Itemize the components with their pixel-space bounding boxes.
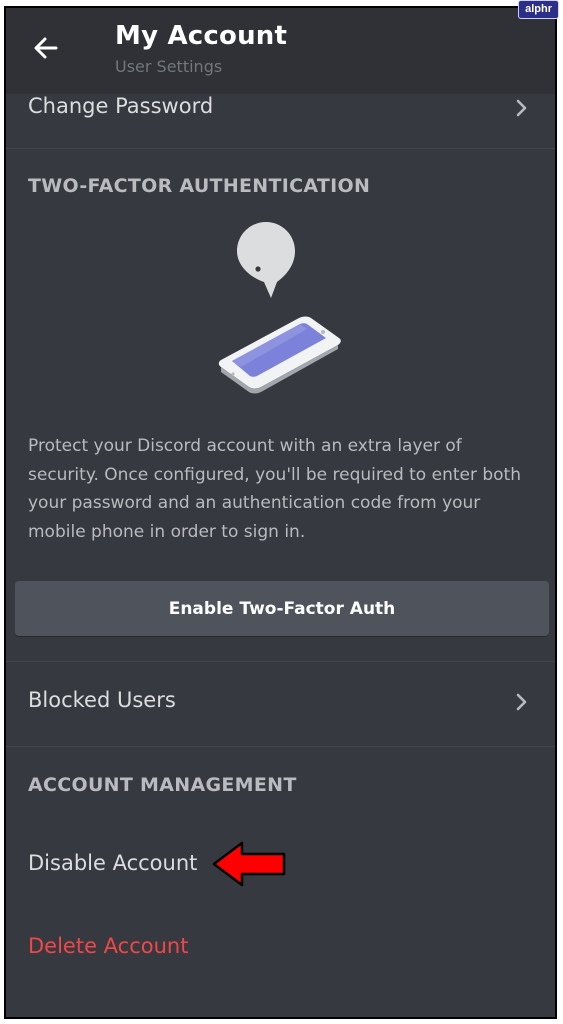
disable-account-label: Disable Account xyxy=(28,851,198,875)
enable-two-factor-button[interactable]: Enable Two-Factor Auth xyxy=(15,581,549,636)
divider xyxy=(6,148,555,149)
back-arrow-icon xyxy=(34,37,58,59)
blocked-users-label: Blocked Users xyxy=(28,688,176,712)
phone-chat-illustration xyxy=(211,222,351,402)
two-factor-section-title: TWO-FACTOR AUTHENTICATION xyxy=(28,175,371,197)
page-subtitle: User Settings xyxy=(115,57,223,76)
page-title: My Account xyxy=(115,21,288,51)
divider xyxy=(6,661,555,662)
delete-account-button[interactable]: Delete Account xyxy=(28,934,188,958)
change-password-label: Change Password xyxy=(28,94,214,118)
blocked-users-row[interactable]: Blocked Users xyxy=(6,674,555,734)
app-header: My Account User Settings xyxy=(6,8,555,94)
red-arrow-annotation xyxy=(212,841,286,887)
alphr-watermark: alphr xyxy=(518,0,559,19)
divider xyxy=(6,746,555,747)
two-factor-description: Protect your Discord account with an ext… xyxy=(28,436,521,542)
back-button[interactable] xyxy=(30,32,62,64)
account-management-section-title: ACCOUNT MANAGEMENT xyxy=(28,774,297,796)
account-screen: My Account User Settings Change Password… xyxy=(4,6,557,1019)
chevron-right-icon xyxy=(516,693,527,711)
change-password-row[interactable]: Change Password xyxy=(6,94,555,148)
chevron-right-icon xyxy=(516,99,527,117)
